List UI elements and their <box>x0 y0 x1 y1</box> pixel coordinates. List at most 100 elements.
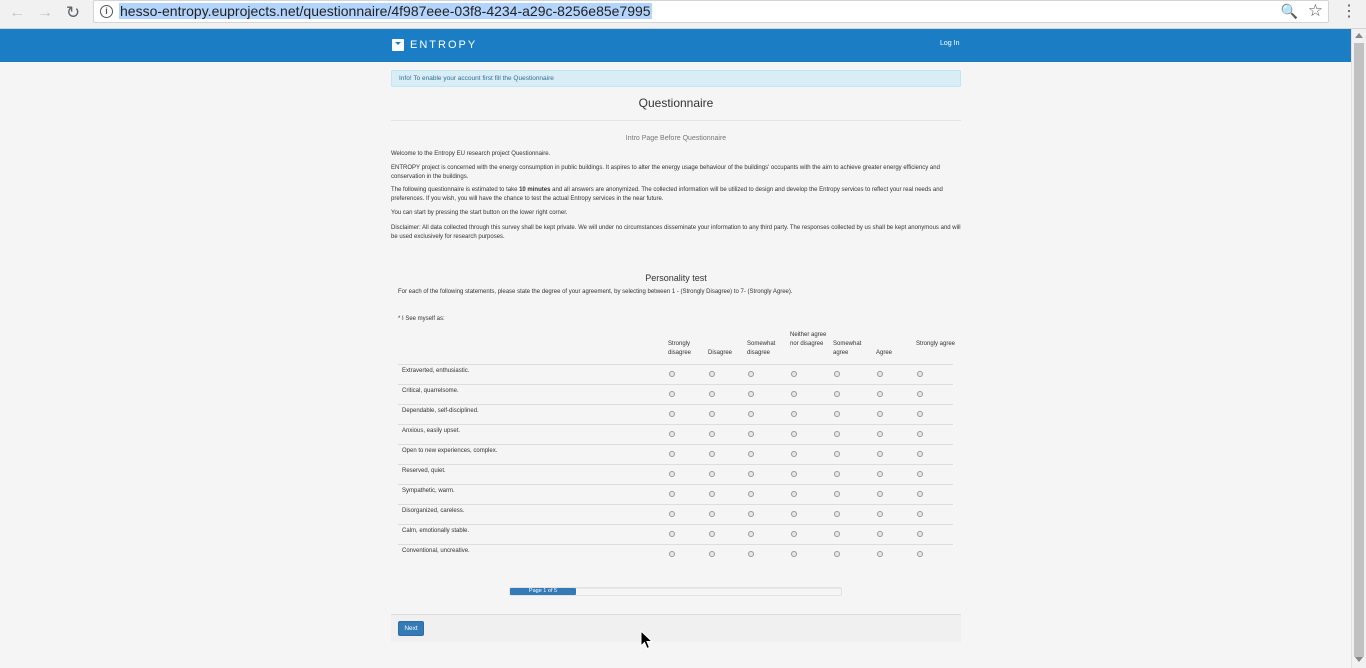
likert-radio[interactable] <box>748 471 754 477</box>
next-button[interactable]: Next <box>398 621 424 636</box>
likert-radio[interactable] <box>709 491 715 497</box>
likert-radio[interactable] <box>709 451 715 457</box>
likert-radio[interactable] <box>748 491 754 497</box>
likert-radio[interactable] <box>669 511 675 517</box>
likert-radio[interactable] <box>877 371 883 377</box>
scroll-thumb[interactable] <box>1354 43 1364 657</box>
likert-radio[interactable] <box>669 531 675 537</box>
likert-radio[interactable] <box>748 551 754 557</box>
likert-radio[interactable] <box>877 411 883 417</box>
likert-radio[interactable] <box>791 491 797 497</box>
likert-radio[interactable] <box>791 391 797 397</box>
likert-radio[interactable] <box>669 391 675 397</box>
likert-radio[interactable] <box>709 371 715 377</box>
likert-radio[interactable] <box>791 531 797 537</box>
likert-radio[interactable] <box>709 391 715 397</box>
likert-radio[interactable] <box>669 411 675 417</box>
likert-radio[interactable] <box>917 371 923 377</box>
column-header: Strongly agree <box>916 341 956 347</box>
likert-radio[interactable] <box>791 551 797 557</box>
likert-radio[interactable] <box>669 551 675 557</box>
likert-radio[interactable] <box>917 431 923 437</box>
likert-radio[interactable] <box>917 551 923 557</box>
likert-radio[interactable] <box>709 431 715 437</box>
duration-text-bold: 10 minutes <box>519 187 551 193</box>
likert-radio[interactable] <box>791 371 797 377</box>
likert-radio[interactable] <box>791 471 797 477</box>
question-label: * I See myself as: <box>398 316 445 322</box>
likert-radio[interactable] <box>877 511 883 517</box>
reload-icon[interactable]: ↻ <box>62 2 84 24</box>
likert-radio[interactable] <box>917 451 923 457</box>
likert-radio[interactable] <box>669 471 675 477</box>
likert-radio[interactable] <box>834 371 840 377</box>
url-text[interactable]: hesso-entropy.euprojects.net/questionnai… <box>119 3 652 19</box>
likert-radio[interactable] <box>669 371 675 377</box>
brand-logo[interactable]: ENTROPY <box>392 38 477 52</box>
likert-radio[interactable] <box>834 491 840 497</box>
likert-radio[interactable] <box>709 551 715 557</box>
intro-paragraph-welcome: Welcome to the Entropy EU research proje… <box>391 151 551 157</box>
likert-radio[interactable] <box>877 551 883 557</box>
likert-radio[interactable] <box>917 391 923 397</box>
scroll-up-arrow-icon[interactable] <box>1355 33 1363 38</box>
matrix-row: Dependable, self-disciplined. <box>398 404 953 424</box>
likert-radio[interactable] <box>748 371 754 377</box>
likert-radio[interactable] <box>834 451 840 457</box>
likert-radio[interactable] <box>877 531 883 537</box>
likert-radio[interactable] <box>669 431 675 437</box>
likert-radio[interactable] <box>917 491 923 497</box>
column-header: Agree <box>876 350 893 356</box>
likert-radio[interactable] <box>791 451 797 457</box>
star-icon[interactable]: ☆ <box>1308 1 1323 21</box>
address-bar[interactable]: i hesso-entropy.euprojects.net/questionn… <box>93 0 1329 23</box>
likert-radio[interactable] <box>748 511 754 517</box>
likert-radio[interactable] <box>791 431 797 437</box>
likert-radio[interactable] <box>669 451 675 457</box>
scroll-down-arrow-icon[interactable] <box>1355 657 1363 662</box>
likert-radio[interactable] <box>834 551 840 557</box>
likert-radio[interactable] <box>669 491 675 497</box>
likert-radio[interactable] <box>877 391 883 397</box>
likert-radio[interactable] <box>834 511 840 517</box>
likert-radio[interactable] <box>709 511 715 517</box>
page-scrollbar[interactable] <box>1351 29 1366 668</box>
back-arrow-icon[interactable]: ← <box>6 2 28 24</box>
forward-arrow-icon[interactable]: → <box>34 2 56 24</box>
likert-radio[interactable] <box>877 431 883 437</box>
likert-radio[interactable] <box>748 531 754 537</box>
likert-radio[interactable] <box>748 451 754 457</box>
likert-radio[interactable] <box>917 531 923 537</box>
likert-radio[interactable] <box>791 411 797 417</box>
info-alert: Info! To enable your account first fill … <box>391 70 961 87</box>
likert-radio[interactable] <box>709 531 715 537</box>
likert-radio[interactable] <box>748 411 754 417</box>
likert-radio[interactable] <box>834 531 840 537</box>
likert-radio[interactable] <box>834 391 840 397</box>
likert-radio[interactable] <box>877 491 883 497</box>
zoom-icon[interactable]: 🔍 <box>1281 3 1298 20</box>
column-header: Neither agree nor disagree <box>790 332 827 347</box>
intro-paragraph-project: ENTROPY project is concerned with the en… <box>391 165 940 180</box>
likert-radio[interactable] <box>834 471 840 477</box>
login-link[interactable]: Log In <box>940 40 959 47</box>
likert-radio[interactable] <box>917 411 923 417</box>
likert-radio[interactable] <box>748 391 754 397</box>
intro-paragraph-disclaimer: Disclaimer: All data collected through t… <box>391 225 961 240</box>
intro-paragraph-start: You can start by pressing the start butt… <box>391 210 568 216</box>
likert-radio[interactable] <box>709 471 715 477</box>
kebab-menu-icon[interactable]: ⋮ <box>1341 2 1357 22</box>
likert-radio[interactable] <box>791 511 797 517</box>
likert-radio[interactable] <box>834 431 840 437</box>
likert-radio[interactable] <box>917 511 923 517</box>
matrix-row: Extraverted, enthusiastic. <box>398 364 953 384</box>
likert-radio[interactable] <box>877 471 883 477</box>
likert-radio[interactable] <box>877 451 883 457</box>
info-icon[interactable]: i <box>100 5 113 18</box>
likert-radio[interactable] <box>834 411 840 417</box>
likert-radio[interactable] <box>748 431 754 437</box>
matrix-row: Critical, quarrelsome. <box>398 384 953 404</box>
column-header: Somewhat agree <box>833 341 862 356</box>
likert-radio[interactable] <box>709 411 715 417</box>
likert-radio[interactable] <box>917 471 923 477</box>
